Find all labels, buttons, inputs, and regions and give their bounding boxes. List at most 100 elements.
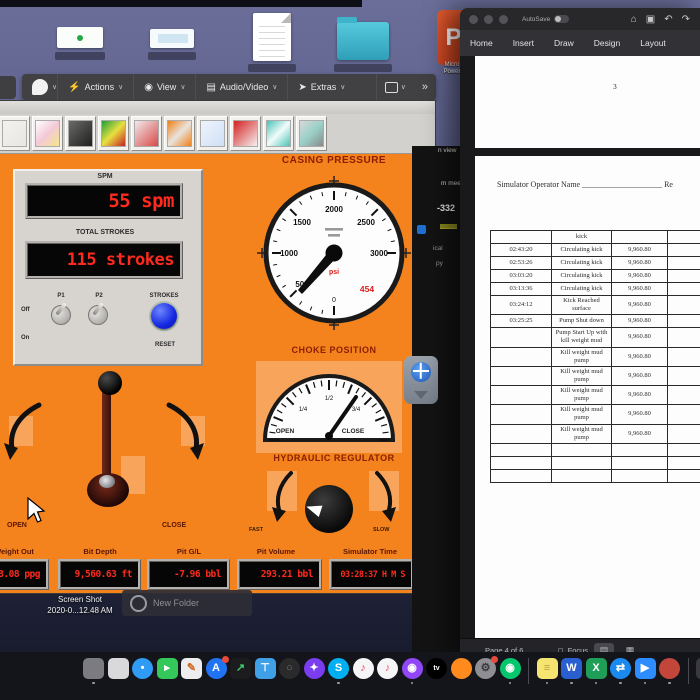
new-folder-item[interactable]: New Folder bbox=[122, 590, 252, 616]
choke-lever-knob[interactable] bbox=[98, 371, 122, 395]
sim-toolbar-button[interactable] bbox=[32, 116, 63, 151]
desktop-screenshot-icon-1[interactable] bbox=[57, 27, 103, 48]
simulator-titlebar[interactable] bbox=[0, 101, 435, 115]
session-icon[interactable] bbox=[32, 79, 48, 95]
desktop-folder-icon[interactable] bbox=[337, 17, 389, 60]
choke-lever-stick[interactable] bbox=[102, 383, 111, 483]
finder-icon[interactable] bbox=[83, 658, 104, 684]
home-icon[interactable]: ⌂ bbox=[631, 14, 637, 25]
music-restricted-icon[interactable]: ♪ bbox=[352, 658, 374, 679]
table-row: Kill weight mud pump 9,960.80 bbox=[490, 384, 700, 406]
browser-orange-icon[interactable] bbox=[450, 658, 472, 679]
autosave-toggle[interactable] bbox=[554, 15, 570, 23]
sim-toolbar-button[interactable] bbox=[263, 116, 294, 151]
depth-cell: 9,960.80 bbox=[611, 294, 668, 316]
toolbar-menu[interactable]: ➤ Extras ∨ bbox=[287, 74, 355, 100]
quicktime-icon[interactable]: ⚙ bbox=[475, 656, 498, 679]
keynote-icon[interactable]: ⊤ bbox=[254, 658, 276, 679]
event-cell: Kill weight mud pump bbox=[551, 384, 612, 406]
desktop-screenshot-icon-2[interactable] bbox=[150, 29, 194, 48]
toolbar-menu[interactable]: ◉ View ∨ bbox=[133, 74, 195, 100]
toolbar-menu[interactable]: ▤ Audio/Video ∨ bbox=[195, 74, 287, 100]
chevron-down-icon: ∨ bbox=[272, 84, 278, 91]
sim-toolbar-button[interactable] bbox=[197, 116, 228, 151]
apple-tv-icon[interactable]: tv bbox=[426, 658, 447, 679]
extra-cell bbox=[667, 294, 700, 316]
depth-cell: 9,960.80 bbox=[611, 282, 668, 296]
sim-toolbar-button[interactable] bbox=[230, 116, 261, 151]
app-store-icon[interactable]: A bbox=[205, 656, 229, 679]
page-fold bbox=[281, 13, 291, 23]
extra-cell bbox=[667, 404, 700, 425]
time-cell bbox=[490, 384, 552, 406]
strokes-reset-button[interactable] bbox=[151, 303, 177, 329]
background-text-fragment: m mee bbox=[441, 180, 461, 187]
excel-icon[interactable]: X bbox=[585, 658, 607, 684]
webex-icon[interactable]: ◉ bbox=[499, 658, 521, 684]
dock-divider[interactable] bbox=[528, 658, 529, 684]
pump1-switch[interactable] bbox=[51, 302, 71, 325]
sim-toolbar-button[interactable] bbox=[98, 116, 129, 151]
desktop-document-icon[interactable] bbox=[253, 13, 291, 61]
messages-icon[interactable]: • bbox=[132, 658, 153, 679]
teamviewer-icon[interactable]: ⇄ bbox=[610, 658, 631, 684]
sim-toolbar-button[interactable] bbox=[131, 116, 162, 151]
save-icon[interactable]: ▣ bbox=[646, 14, 655, 25]
background-text-fragment: n view bbox=[438, 147, 457, 154]
document-area[interactable]: 3 Simulator Operator Name ______________… bbox=[460, 56, 700, 638]
word-icon[interactable]: W bbox=[561, 658, 582, 684]
dark-disc-icon[interactable]: ○ bbox=[279, 658, 300, 679]
ribbon-tab[interactable]: Design bbox=[584, 38, 630, 48]
toolbar-stub[interactable] bbox=[0, 76, 16, 99]
minimize-button[interactable] bbox=[484, 14, 493, 24]
dock-divider[interactable] bbox=[687, 658, 689, 684]
extra-cell bbox=[667, 442, 700, 457]
sim-toolbar-button[interactable] bbox=[296, 116, 327, 151]
pump2-switch[interactable] bbox=[88, 302, 108, 325]
sim-toolbar-button[interactable] bbox=[65, 116, 96, 151]
simulator-time-display: 03:28:37 H M S bbox=[329, 559, 414, 590]
background-text-fragment: py bbox=[436, 260, 443, 267]
thumbnail-content bbox=[158, 34, 188, 43]
session-side-tab[interactable] bbox=[404, 356, 438, 404]
itunes-icon[interactable]: ♪ bbox=[377, 658, 398, 679]
stocks-icon[interactable]: ↗ bbox=[230, 658, 251, 679]
word-titlebar[interactable]: AutoSave ⌂ ▣ ↶ ↷ bbox=[460, 8, 700, 30]
redo-icon[interactable]: ↷ bbox=[682, 14, 690, 25]
star-app-icon[interactable]: ✦ bbox=[303, 658, 325, 679]
bit-depth-label: Bit Depth bbox=[83, 547, 117, 556]
screenshot-file-label[interactable]: Screen Shot 2020-0...12.48 AM bbox=[36, 594, 124, 616]
ribbon-tab[interactable]: Layout bbox=[630, 38, 676, 48]
menu-label: View bbox=[156, 82, 177, 92]
red-sphere-icon[interactable] bbox=[659, 658, 680, 684]
extra-cell bbox=[667, 455, 700, 470]
skype-icon[interactable]: S bbox=[328, 658, 349, 684]
window-select-menu[interactable]: ∨ bbox=[375, 74, 414, 100]
ribbon-tab[interactable]: Insert bbox=[503, 38, 544, 48]
zoom-button[interactable] bbox=[499, 14, 508, 24]
facetime-icon[interactable]: ▸ bbox=[156, 658, 178, 679]
icon-label bbox=[248, 64, 296, 72]
svg-text:1500: 1500 bbox=[293, 218, 311, 227]
depth-cell: 9,960.80 bbox=[611, 384, 668, 406]
ribbon-tab[interactable]: Home bbox=[460, 38, 503, 48]
zoom-icon[interactable]: ▶ bbox=[634, 658, 656, 684]
time-cell: 02:43:20 bbox=[490, 243, 552, 257]
toolbar-menu[interactable]: ⚡ Actions ∨ bbox=[57, 74, 133, 100]
preview-icon[interactable]: ✎ bbox=[181, 658, 202, 679]
extra-cell bbox=[667, 314, 700, 329]
podcasts-icon[interactable]: ◉ bbox=[401, 658, 423, 684]
notes-icon[interactable] bbox=[107, 658, 129, 679]
regulator-knob[interactable] bbox=[304, 485, 353, 533]
event-cell: Circulating kick bbox=[551, 282, 612, 296]
display-item-icon[interactable]: ▭ bbox=[696, 658, 700, 679]
event-log-table: kick 02:43:20 Circulating kick 9,960.80 bbox=[490, 230, 700, 483]
choke-lever-base bbox=[87, 473, 129, 507]
ribbon-tab[interactable]: Draw bbox=[544, 38, 584, 48]
sim-toolbar-button[interactable] bbox=[164, 116, 195, 151]
undo-icon[interactable]: ↶ bbox=[664, 14, 672, 25]
sim-toolbar-button[interactable] bbox=[0, 116, 30, 151]
toolbar-overflow-button[interactable]: » bbox=[414, 81, 436, 93]
close-button[interactable] bbox=[469, 14, 478, 24]
stickies-icon[interactable]: ≡ bbox=[536, 658, 558, 684]
